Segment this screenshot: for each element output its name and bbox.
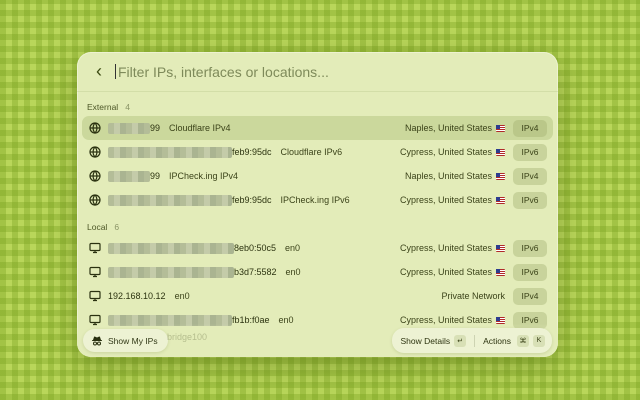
ip-row[interactable]: 192.168.10.12 en0 Private Network IPv4: [82, 284, 553, 308]
us-flag-icon: [496, 244, 505, 252]
location: Naples, United States: [405, 171, 505, 181]
location-text: Private Network: [441, 291, 505, 301]
us-flag-icon: [496, 196, 505, 204]
section-local: Local 6: [77, 218, 558, 236]
ip-row[interactable]: 99 IPCheck.ing IPv4 Naples, United State…: [82, 164, 553, 188]
show-my-ips-label: Show My IPs: [108, 335, 158, 346]
ip-version-badge: IPv6: [513, 239, 547, 257]
location: Cypress, United States: [400, 195, 505, 205]
globe-icon: [88, 145, 102, 159]
globe-icon: [88, 193, 102, 207]
redacted-block: [108, 194, 232, 206]
monitor-icon: [88, 289, 102, 303]
show-details-button[interactable]: Show Details ↵: [400, 334, 467, 347]
us-flag-icon: [496, 172, 505, 180]
redacted-block: [108, 122, 150, 134]
globe-icon: [88, 121, 102, 135]
redacted-block: [108, 146, 232, 158]
location-text: Cypress, United States: [399, 147, 492, 157]
interface-name: IPCheck.ing IPv4: [169, 171, 239, 181]
action-bar: Show Details ↵ Actions ⌘ K: [391, 328, 552, 353]
ip-row[interactable]: b3d7:5582 en0 Cypress, United States IPv…: [82, 260, 553, 284]
redacted-block: [108, 266, 234, 278]
location: Cypress, United States: [400, 243, 505, 253]
globe-icon: [88, 169, 102, 183]
ip-version-badge: IPv6: [513, 263, 547, 281]
actions-label: Actions: [483, 335, 511, 346]
redacted-block: [108, 170, 150, 182]
location-text: Cypress, United States: [399, 267, 492, 277]
section-external: External 4: [77, 98, 558, 116]
us-flag-icon: [496, 148, 505, 156]
faded-row-text: bridge100: [167, 332, 208, 342]
ip-suffix: feb9:95dc: [232, 195, 272, 205]
ip-version-badge: IPv6: [513, 143, 547, 161]
location-text: Naples, United States: [404, 171, 492, 181]
us-flag-icon: [496, 268, 505, 276]
divider: [474, 334, 476, 347]
ip-version-badge: IPv6: [513, 191, 547, 209]
ip-row[interactable]: 99 Cloudflare IPv4 Naples, United States…: [82, 116, 553, 140]
ip-row[interactable]: feb9:95dc IPCheck.ing IPv6 Cypress, Unit…: [82, 188, 553, 212]
ip-address: 192.168.10.12: [108, 291, 166, 301]
section-count: 4: [125, 102, 130, 112]
ip-row[interactable]: 8eb0:50c5 en0 Cypress, United States IPv…: [82, 236, 553, 260]
location-text: Cypress, United States: [399, 195, 492, 205]
ip-address: feb9:95dc: [108, 146, 272, 158]
us-flag-icon: [496, 124, 505, 132]
ip-address: 99: [108, 122, 161, 134]
ip-address: feb9:95dc: [108, 194, 272, 206]
text-caret: [115, 64, 116, 79]
show-details-label: Show Details: [400, 335, 451, 346]
ip-row[interactable]: feb9:95dc Cloudflare IPv6 Cypress, Unite…: [82, 140, 553, 164]
interface-name: IPCheck.ing IPv6: [280, 195, 350, 205]
return-key-icon: ↵: [454, 334, 467, 347]
ip-launcher-panel: ‹ External 4 99 Cloudflare IPv4 Naples, …: [77, 52, 558, 357]
ip-suffix: 99: [150, 123, 161, 133]
monitor-icon: [88, 265, 102, 279]
ip-suffix: b3d7:5582: [234, 267, 277, 277]
search-bar: ‹: [77, 52, 558, 92]
interface-name: en0: [285, 243, 301, 253]
interface-name: en0: [285, 267, 301, 277]
interface-name: en0: [174, 291, 190, 301]
ip-version-badge: IPv4: [513, 287, 547, 305]
show-my-ips-button[interactable]: Show My IPs: [83, 329, 168, 352]
section-label: External: [87, 102, 119, 112]
ip-address: b3d7:5582: [108, 266, 277, 278]
section-label: Local: [87, 222, 108, 232]
back-arrow-icon[interactable]: ‹: [89, 61, 109, 82]
location: Private Network: [441, 291, 505, 301]
spy-icon: [91, 335, 103, 347]
location-text: Naples, United States: [404, 123, 492, 133]
ip-address: 8eb0:50c5: [108, 242, 277, 254]
footer-bar: bridge100 Show My IPs Show Details ↵ Act…: [77, 324, 558, 357]
ip-suffix: 99: [150, 171, 161, 181]
ip-suffix: feb9:95dc: [232, 147, 272, 157]
location-text: Cypress, United States: [399, 243, 492, 253]
redacted-block: [108, 242, 234, 254]
location: Naples, United States: [405, 123, 505, 133]
ip-address: 99: [108, 170, 161, 182]
command-key-icon: ⌘: [517, 334, 529, 347]
actions-button[interactable]: Actions ⌘ K: [483, 334, 545, 347]
interface-name: Cloudflare IPv4: [169, 123, 231, 133]
k-key-icon: K: [533, 334, 545, 347]
us-flag-icon: [496, 316, 505, 324]
interface-name: Cloudflare IPv6: [280, 147, 343, 157]
location: Cypress, United States: [400, 147, 505, 157]
section-count: 6: [114, 222, 120, 232]
ip-version-badge: IPv4: [513, 119, 547, 137]
location: Cypress, United States: [400, 267, 505, 277]
search-input[interactable]: [118, 63, 518, 80]
ip-suffix: 8eb0:50c5: [234, 243, 277, 253]
ip-version-badge: IPv4: [513, 167, 547, 185]
monitor-icon: [88, 241, 102, 255]
